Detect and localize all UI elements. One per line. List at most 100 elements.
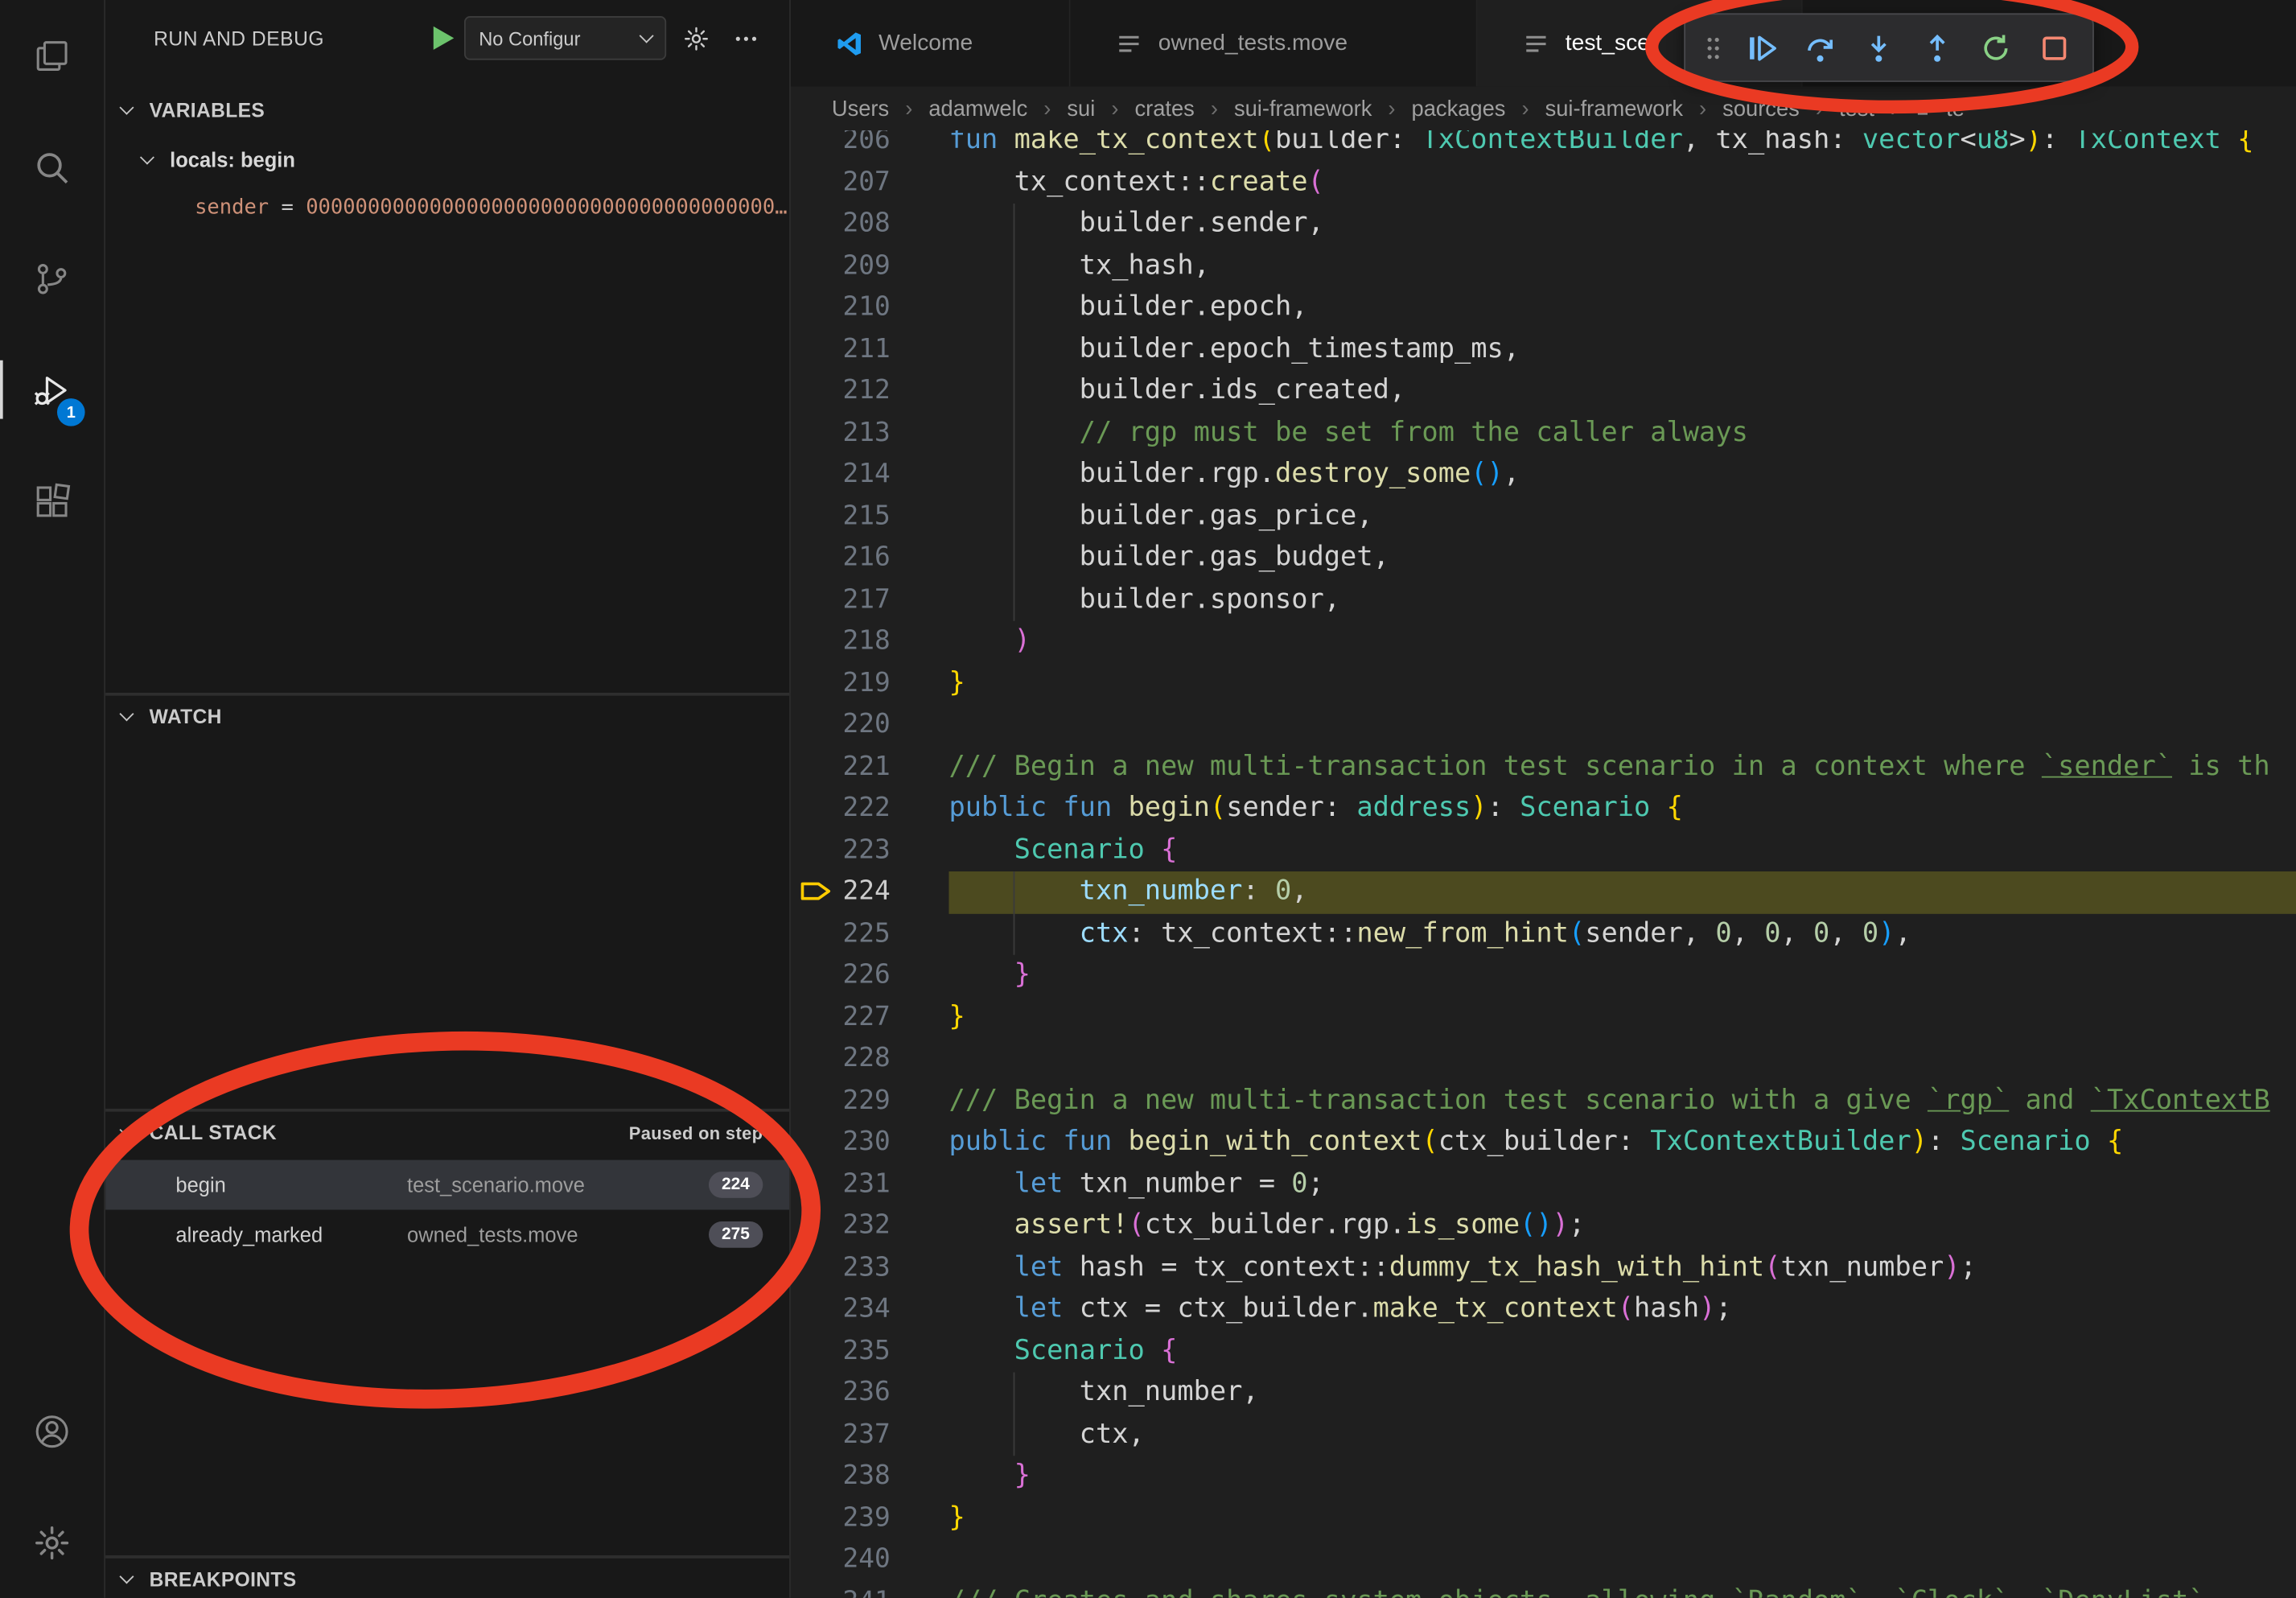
variables-scope-row[interactable]: locals: begin: [105, 139, 789, 180]
debug-settings-button[interactable]: [675, 18, 716, 59]
call-stack-section-header[interactable]: CALL STACK Paused on step: [105, 1110, 789, 1155]
code-text[interactable]: Scenario {: [948, 830, 2296, 871]
line-number[interactable]: 235: [791, 1331, 891, 1373]
activity-item-explorer[interactable]: [0, 0, 104, 111]
line-number[interactable]: 229: [791, 1080, 891, 1122]
line-number[interactable]: 238: [791, 1456, 891, 1497]
code-text[interactable]: }: [948, 997, 2296, 1039]
line-number[interactable]: 211: [791, 329, 891, 371]
code-text[interactable]: [948, 1539, 2296, 1581]
code-text[interactable]: builder.rgp.destroy_some(),: [948, 454, 2296, 496]
activity-item-run-debug[interactable]: 1: [0, 334, 104, 445]
start-debug-icon[interactable]: [434, 27, 454, 50]
code-text[interactable]: txn_number: 0,: [948, 871, 2296, 913]
line-number[interactable]: 239: [791, 1497, 891, 1539]
line-number[interactable]: 241: [791, 1581, 891, 1598]
line-number[interactable]: 210: [791, 287, 891, 329]
code-text[interactable]: }: [948, 955, 2296, 997]
toolbar-drag-handle[interactable]: [1698, 23, 1727, 72]
breadcrumb-item[interactable]: te: [1914, 96, 1965, 121]
breadcrumb-item[interactable]: sui-framework: [1545, 96, 1683, 121]
code-text[interactable]: [948, 705, 2296, 747]
breadcrumb-item[interactable]: packages: [1412, 96, 1506, 121]
tab-owned-tests-move[interactable]: owned_tests.move: [1071, 0, 1478, 86]
line-number[interactable]: 220: [791, 705, 891, 747]
line-number[interactable]: 207: [791, 162, 891, 204]
breadcrumb-item[interactable]: sui-framework: [1234, 96, 1372, 121]
breadcrumb-item[interactable]: test: [1839, 96, 1874, 121]
line-number[interactable]: 227: [791, 997, 891, 1039]
line-number[interactable]: 232: [791, 1205, 891, 1247]
line-number[interactable]: 218: [791, 621, 891, 663]
breakpoints-section-header[interactable]: BREAKPOINTS: [105, 1557, 789, 1598]
line-number[interactable]: 214: [791, 454, 891, 496]
code-text[interactable]: builder.gas_budget,: [948, 537, 2296, 579]
line-number[interactable]: 233: [791, 1247, 891, 1289]
code-text[interactable]: /// Begin a new multi-transaction test s…: [948, 746, 2296, 788]
code-text[interactable]: builder.sponsor,: [948, 579, 2296, 621]
line-number[interactable]: 234: [791, 1289, 891, 1331]
line-number[interactable]: 217: [791, 579, 891, 621]
activity-item-settings[interactable]: [0, 1487, 104, 1598]
code-text[interactable]: public fun begin_with_context(ctx_builde…: [948, 1122, 2296, 1163]
debug-config-dropdown[interactable]: No Configur: [464, 16, 666, 60]
code-text[interactable]: assert!(ctx_builder.rgp.is_some());: [948, 1205, 2296, 1247]
code-text[interactable]: ): [948, 621, 2296, 663]
code-text[interactable]: }: [948, 1497, 2296, 1539]
line-number[interactable]: 236: [791, 1373, 891, 1415]
line-number[interactable]: 237: [791, 1414, 891, 1456]
code-text[interactable]: ctx: tx_context::new_from_hint(sender, 0…: [948, 913, 2296, 955]
code-text[interactable]: [948, 1039, 2296, 1081]
call-stack-frame-begin[interactable]: begintest_scenario.move224: [105, 1160, 789, 1210]
code-text[interactable]: ctx,: [948, 1414, 2296, 1456]
line-number[interactable]: 222: [791, 788, 891, 830]
views-more-actions-button[interactable]: [725, 18, 766, 59]
line-number[interactable]: 230: [791, 1122, 891, 1163]
activity-item-source-control[interactable]: [0, 223, 104, 334]
breadcrumb-item[interactable]: adamwelc: [928, 96, 1027, 121]
code-text[interactable]: let txn_number = 0;: [948, 1163, 2296, 1205]
activity-item-extensions[interactable]: [0, 445, 104, 556]
breadcrumb-item[interactable]: sui: [1067, 96, 1095, 121]
code-text[interactable]: txn_number,: [948, 1373, 2296, 1415]
activity-item-search[interactable]: [0, 111, 104, 222]
line-number[interactable]: 223: [791, 830, 891, 871]
line-number[interactable]: 209: [791, 245, 891, 287]
code-text[interactable]: builder.epoch_timestamp_ms,: [948, 329, 2296, 371]
debug-step-into-button[interactable]: [1854, 23, 1903, 72]
tab-welcome[interactable]: Welcome: [791, 0, 1071, 86]
line-number[interactable]: 221: [791, 746, 891, 788]
line-number[interactable]: 225: [791, 913, 891, 955]
debug-stop-button[interactable]: [2030, 23, 2080, 72]
code-text[interactable]: builder.epoch,: [948, 287, 2296, 329]
debug-restart-button[interactable]: [1971, 23, 2021, 72]
variable-row[interactable]: sender = 0000000000000000000000000000000…: [105, 187, 789, 229]
code-text[interactable]: builder.gas_price,: [948, 496, 2296, 537]
code-text[interactable]: }: [948, 1456, 2296, 1497]
code-text[interactable]: public fun begin(sender: address): Scena…: [948, 788, 2296, 830]
line-number[interactable]: 226: [791, 955, 891, 997]
code-text[interactable]: builder.ids_created,: [948, 371, 2296, 413]
code-text[interactable]: // rgp must be set from the caller alway…: [948, 412, 2296, 454]
code-text[interactable]: builder.sender,: [948, 204, 2296, 245]
debug-continue-button[interactable]: [1737, 23, 1787, 72]
line-number[interactable]: 208: [791, 204, 891, 245]
code-text[interactable]: tx_context::create(: [948, 162, 2296, 204]
code-text[interactable]: /// Creates and shares system objects, a…: [948, 1581, 2296, 1598]
line-number[interactable]: 219: [791, 663, 891, 705]
code-text[interactable]: tx_hash,: [948, 245, 2296, 287]
line-number[interactable]: 240: [791, 1539, 891, 1581]
code-text[interactable]: let ctx = ctx_builder.make_tx_context(ha…: [948, 1289, 2296, 1331]
debug-step-out-button[interactable]: [1912, 23, 1962, 72]
call-stack-frame-already_marked[interactable]: already_markedowned_tests.move275: [105, 1209, 789, 1259]
code-text[interactable]: /// Begin a new multi-transaction test s…: [948, 1080, 2296, 1122]
breadcrumb-item[interactable]: crates: [1134, 96, 1194, 121]
code-text[interactable]: let hash = tx_context::dummy_tx_hash_wit…: [948, 1247, 2296, 1289]
code-text[interactable]: }: [948, 663, 2296, 705]
line-number[interactable]: 216: [791, 537, 891, 579]
watch-section-header[interactable]: WATCH: [105, 694, 789, 739]
line-number[interactable]: 231: [791, 1163, 891, 1205]
breadcrumb-item[interactable]: sources: [1722, 96, 1800, 121]
line-number[interactable]: 212: [791, 371, 891, 413]
line-number[interactable]: 213: [791, 412, 891, 454]
